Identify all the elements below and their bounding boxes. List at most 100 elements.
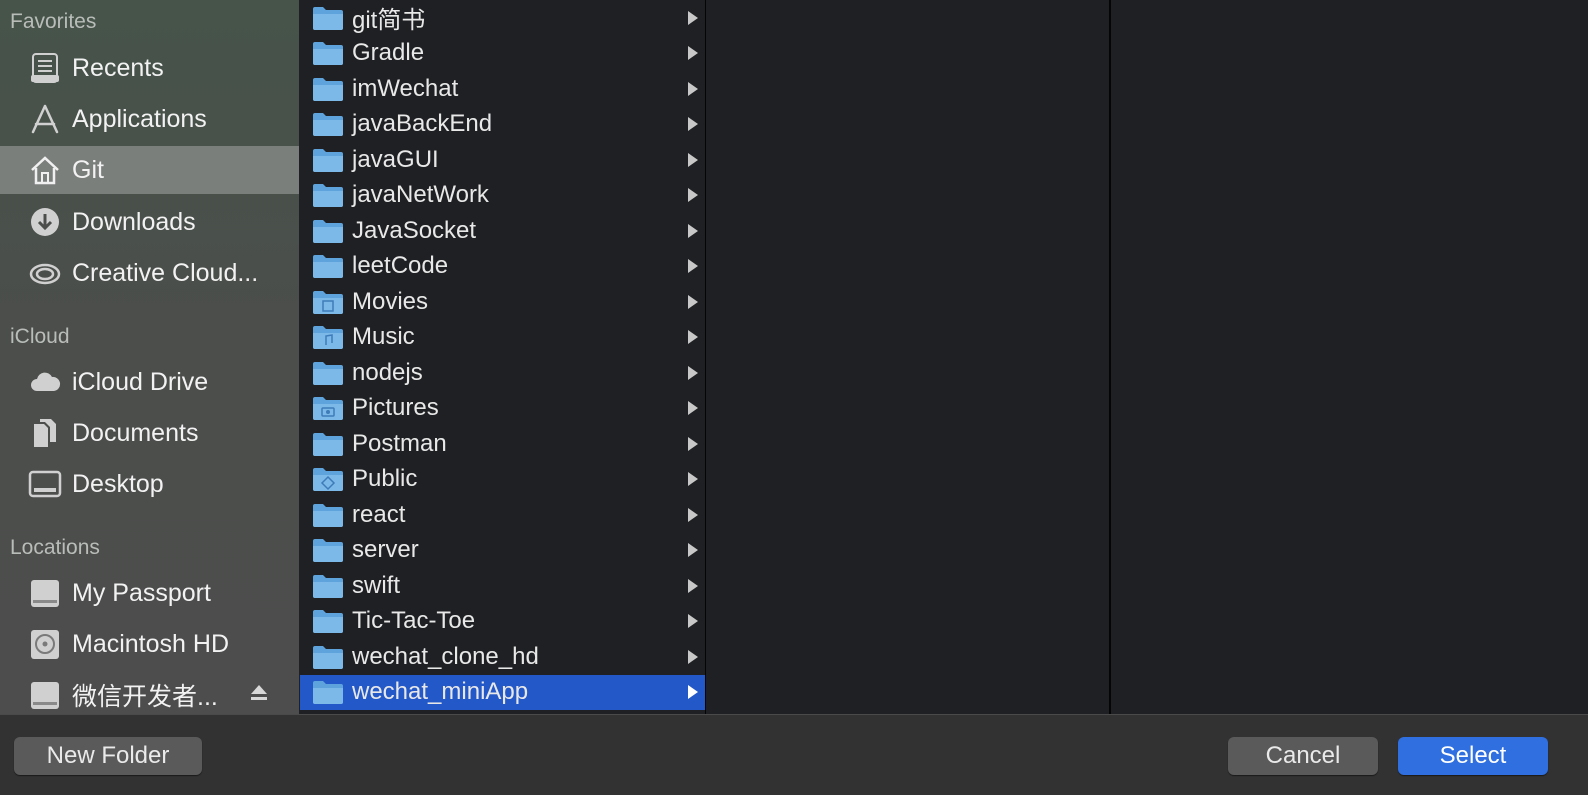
folder-row[interactable]: git简书 [300, 0, 705, 35]
folder-name: javaNetWork [352, 181, 489, 208]
folder-icon [313, 468, 343, 491]
sidebar-item-downloads[interactable]: Downloads [0, 198, 299, 246]
folder-row[interactable]: JavaSocket [300, 213, 705, 248]
disclosure-arrow-icon [688, 188, 698, 202]
disclosure-arrow-icon [688, 152, 698, 167]
new-folder-button[interactable]: New Folder [14, 737, 202, 775]
disclosure-arrow-icon [688, 365, 698, 380]
folder-name: JavaSocket [352, 216, 477, 244]
folder-row[interactable]: wechat_miniApp [300, 674, 705, 710]
sidebar-item-creative-cloud[interactable]: Creative Cloud... [0, 249, 299, 297]
disclosure-arrow-icon [688, 117, 698, 131]
recents-icon [27, 50, 63, 86]
disclosure-arrow-icon [688, 330, 698, 344]
external-drive-icon [27, 677, 63, 713]
disclosure-arrow-icon [688, 472, 698, 486]
folder-name: Postman [352, 429, 447, 457]
sidebar-item-icloud-drive[interactable]: iCloud Drive [0, 358, 299, 406]
disclosure-arrow-icon [688, 543, 698, 557]
sidebar-item-documents[interactable]: Documents [0, 409, 299, 457]
external-drive-icon [27, 575, 63, 611]
folder-row[interactable]: swift [300, 568, 705, 603]
folder-row[interactable]: Pictures [300, 391, 705, 426]
folder-row[interactable]: Tic-Tac-Toe [300, 604, 705, 639]
folder-name: server [352, 536, 419, 563]
folder-name: javaGUI [352, 145, 439, 173]
folder-row[interactable]: javaGUI [300, 142, 705, 177]
sidebar-item-label: Applications [72, 104, 207, 133]
sidebar-item-desktop[interactable]: Desktop [0, 460, 299, 508]
folder-icon [313, 326, 343, 349]
folder-name: swift [352, 571, 400, 599]
disclosure-arrow-icon [688, 223, 698, 238]
select-button[interactable]: Select [1398, 737, 1548, 775]
folder-row[interactable]: Movies [300, 284, 705, 319]
sidebar-item-label: 微信开发者... [72, 683, 218, 711]
folder-icon [313, 361, 343, 385]
folder-icon [313, 42, 343, 65]
sidebar-item-label: Documents [72, 418, 199, 447]
locations-heading: Locations [10, 536, 100, 559]
sidebar-item-applications[interactable]: Applications [0, 95, 299, 143]
sidebar-item-label: iCloud Drive [72, 367, 209, 396]
downloads-icon [27, 204, 63, 240]
eject-icon[interactable] [249, 683, 269, 708]
disclosure-arrow-icon [688, 259, 698, 273]
folder-name: Pictures [352, 394, 439, 421]
folder-icon [313, 432, 343, 456]
folder-name: javaBackEnd [352, 110, 493, 137]
folder-icon [313, 645, 343, 669]
cancel-button[interactable]: Cancel [1228, 737, 1378, 775]
sidebar-item-my-passport[interactable]: My Passport [0, 569, 299, 617]
disclosure-arrow-icon [688, 401, 698, 415]
disclosure-arrow-icon [688, 507, 698, 522]
icloud-heading: iCloud [10, 325, 70, 348]
disclosure-arrow-icon [688, 46, 698, 60]
folder-icon [313, 681, 343, 704]
folder-row[interactable]: nodejs [300, 355, 705, 390]
creative-cloud-icon [27, 255, 63, 291]
folder-row[interactable]: javaBackEnd [300, 107, 705, 142]
folder-icon [313, 574, 343, 598]
sidebar-item-label: Creative Cloud... [72, 258, 259, 287]
sidebar-item-macintosh-hd[interactable]: Macintosh HD [0, 620, 299, 668]
folder-icon [313, 397, 343, 420]
folder-name: leetCode [352, 252, 449, 279]
folder-row[interactable]: imWechat [300, 71, 705, 106]
folder-icon [313, 148, 343, 172]
desktop-icon [27, 466, 63, 502]
sidebar-item-label: My Passport [72, 578, 211, 607]
folder-icon [313, 290, 343, 314]
folder-name: nodejs [352, 358, 423, 386]
folder-row[interactable]: Postman [300, 426, 705, 461]
folder-row[interactable]: Public [300, 462, 705, 497]
disclosure-arrow-icon [688, 294, 698, 309]
folder-icon [313, 219, 343, 243]
bottom-bar: New Folder Cancel Select [0, 714, 1588, 795]
folder-row[interactable]: Music [300, 320, 705, 355]
folder-row[interactable]: server [300, 533, 705, 568]
hard-drive-icon [27, 626, 63, 662]
sidebar: Favorites Recents Applications Git Downl… [0, 0, 299, 714]
sidebar-item-label: Downloads [72, 207, 196, 236]
home-icon [27, 152, 63, 188]
sidebar-item-wechat-devtools[interactable]: 微信开发者... [0, 671, 299, 714]
folder-name: wechat_miniApp [352, 678, 529, 705]
sidebar-item-label: Macintosh HD [72, 629, 229, 658]
folder-row[interactable]: wechat_clone_hd [300, 639, 705, 674]
folder-icon [313, 539, 343, 562]
disclosure-arrow-icon [688, 614, 698, 628]
folder-column[interactable]: git简书 Gradle imWechat javaBackEnd javaGUI jav… [300, 0, 706, 714]
sidebar-item-recents[interactable]: Recents [0, 44, 299, 92]
folder-row[interactable]: javaNetWork [300, 178, 705, 213]
folder-name: Movies [352, 287, 429, 315]
folder-name: Gradle [352, 39, 425, 66]
folder-name: wechat_clone_hd [352, 642, 539, 670]
folder-row[interactable]: Gradle [300, 36, 705, 71]
folder-icon [313, 255, 343, 278]
folder-row[interactable]: leetCode [300, 249, 705, 284]
sidebar-item-git[interactable]: Git [0, 146, 299, 194]
folder-icon [313, 6, 343, 30]
folder-row[interactable]: react [300, 497, 705, 532]
folder-icon [313, 113, 343, 136]
